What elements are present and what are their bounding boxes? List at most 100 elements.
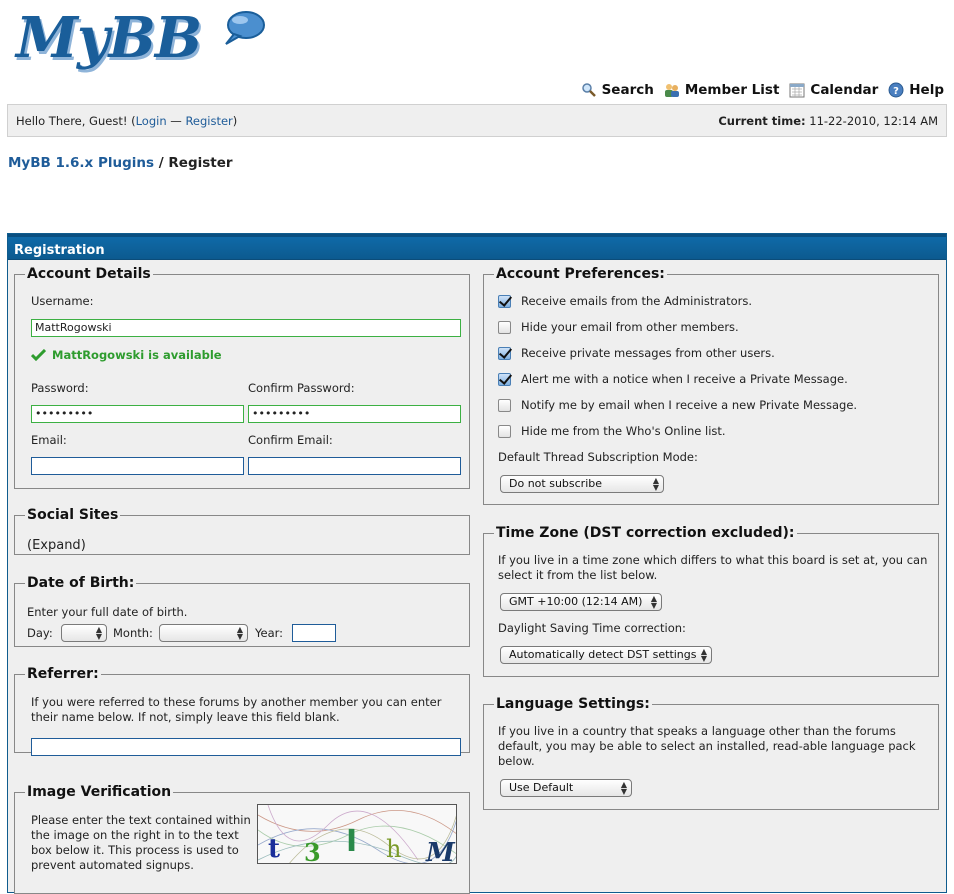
- pref-receive-pms-checkbox[interactable]: [498, 346, 511, 360]
- pref-label: Alert me with a notice when I receive a …: [521, 372, 848, 386]
- referrer-legend: Referrer:: [27, 666, 99, 682]
- timezone-text: If you live in a time zone which differs…: [498, 553, 928, 582]
- confirm-email-input[interactable]: [248, 457, 461, 475]
- search-icon: [581, 83, 596, 97]
- breadcrumb-forum-link[interactable]: MyBB 1.6.x Plugins: [8, 155, 154, 171]
- top-navigation: Search Member List Calendar ? Help: [581, 82, 944, 98]
- timezone-select[interactable]: GMT +10:00 (12:14 AM) ▲ ▼: [500, 593, 662, 611]
- help-icon: ?: [888, 82, 904, 98]
- registration-header: Registration: [8, 234, 946, 260]
- svg-text:t: t: [268, 834, 280, 864]
- month-select[interactable]: ▲ ▼: [159, 624, 248, 642]
- day-label: Day:: [27, 626, 53, 640]
- email-label: Email:: [31, 433, 67, 447]
- dst-select[interactable]: Automatically detect DST settings ▲ ▼: [500, 646, 712, 664]
- nav-calendar[interactable]: Calendar: [789, 82, 878, 98]
- nav-help-label: Help: [909, 82, 944, 98]
- pref-pm-email-notify[interactable]: Notify me by email when I receive a new …: [498, 398, 857, 412]
- nav-search-label: Search: [601, 82, 654, 98]
- language-legend: Language Settings:: [496, 696, 650, 712]
- language-value: Use Default: [509, 781, 574, 794]
- social-sites-legend: Social Sites: [27, 507, 119, 523]
- pref-pm-email-notify-checkbox[interactable]: [498, 398, 511, 412]
- checkmark-icon: [31, 349, 46, 361]
- select-arrows-icon: ▲ ▼: [95, 625, 102, 641]
- account-prefs-legend: Account Preferences:: [496, 266, 665, 282]
- pref-label: Receive private messages from other user…: [521, 346, 775, 360]
- pref-admin-emails[interactable]: Receive emails from the Administrators.: [498, 294, 752, 308]
- password-label: Password:: [31, 381, 89, 395]
- account-details-legend: Account Details: [27, 266, 151, 282]
- pref-label: Notify me by email when I receive a new …: [521, 398, 858, 412]
- timezone-legend: Time Zone (DST correction excluded):: [496, 525, 795, 541]
- year-label: Year:: [255, 626, 284, 640]
- referrer-fieldset: Referrer: If you were referred to these …: [14, 666, 470, 756]
- account-preferences-fieldset: Account Preferences: Receive emails from…: [483, 266, 939, 505]
- subscription-mode-label: Default Thread Subscription Mode:: [498, 450, 698, 464]
- svg-text:I: I: [346, 824, 357, 859]
- dob-legend: Date of Birth:: [27, 575, 135, 591]
- pref-hide-email[interactable]: Hide your email from other members.: [498, 320, 739, 334]
- svg-text:3: 3: [304, 838, 321, 864]
- confirm-password-input[interactable]: •••••••••: [248, 405, 461, 423]
- confirm-password-label: Confirm Password:: [248, 381, 355, 395]
- nav-member-list-label: Member List: [684, 82, 780, 98]
- select-arrows-icon: ▲ ▼: [652, 476, 659, 492]
- captcha-image: t 3 I h M: [257, 804, 457, 864]
- pref-receive-pms[interactable]: Receive private messages from other user…: [498, 346, 775, 360]
- mybb-logo[interactable]: MyBB: [14, 5, 265, 76]
- language-fieldset: Language Settings: If you live in a coun…: [483, 696, 939, 810]
- svg-text:?: ?: [893, 86, 899, 97]
- pref-hide-online-checkbox[interactable]: [498, 424, 511, 438]
- referrer-input[interactable]: [31, 738, 461, 756]
- breadcrumb-current: Register: [168, 155, 233, 171]
- timezone-value: GMT +10:00 (12:14 AM): [509, 595, 643, 608]
- social-expand-link[interactable]: (Expand): [27, 538, 86, 553]
- image-verification-fieldset: Image Verification Please enter the text…: [14, 784, 470, 894]
- greeting-text: Hello There, Guest! (: [16, 113, 136, 128]
- pref-pm-notice[interactable]: Alert me with a notice when I receive a …: [498, 372, 848, 386]
- breadcrumb-sep: /: [154, 155, 169, 171]
- nav-member-list[interactable]: Member List: [664, 82, 780, 98]
- referrer-text: If you were referred to these forums by …: [31, 695, 442, 724]
- subscription-mode-select[interactable]: Do not subscribe ▲ ▼: [500, 475, 664, 493]
- username-input[interactable]: MattRogowski: [31, 319, 461, 337]
- confirm-email-label: Confirm Email:: [248, 433, 333, 447]
- select-arrows-icon: ▲ ▼: [700, 647, 707, 663]
- available-text: MattRogowski is available: [52, 348, 222, 362]
- timezone-fieldset: Time Zone (DST correction excluded): If …: [483, 525, 939, 677]
- login-link[interactable]: Login: [136, 114, 167, 128]
- pref-pm-notice-checkbox[interactable]: [498, 372, 511, 386]
- select-arrows-icon: ▲ ▼: [650, 594, 657, 610]
- calendar-icon: [789, 83, 805, 98]
- current-time-label: Current time:: [718, 113, 806, 128]
- day-select[interactable]: ▲ ▼: [61, 624, 107, 642]
- username-label: Username:: [31, 294, 94, 308]
- dob-hint: Enter your full date of birth.: [27, 605, 188, 619]
- register-link[interactable]: Register: [185, 114, 232, 128]
- pref-label: Receive emails from the Administrators.: [521, 294, 753, 308]
- welcome-panel: Hello There, Guest! (Login — Register) C…: [7, 104, 947, 137]
- speech-bubble-icon: [225, 11, 265, 45]
- month-label: Month:: [113, 626, 153, 640]
- language-select[interactable]: Use Default ▲ ▼: [500, 779, 632, 797]
- pref-admin-emails-checkbox[interactable]: [498, 294, 511, 308]
- account-details-fieldset: Account Details Username: MattRogowski M…: [14, 266, 470, 489]
- pref-hide-online[interactable]: Hide me from the Who's Online list.: [498, 424, 726, 438]
- captcha-graphic: t 3 I h M: [258, 805, 456, 864]
- nav-search[interactable]: Search: [581, 82, 654, 98]
- welcome-text: Hello There, Guest! (Login — Register): [16, 114, 237, 128]
- image-verification-text: Please enter the text contained within t…: [31, 813, 251, 872]
- date-of-birth-fieldset: Date of Birth: Enter your full date of b…: [14, 575, 470, 647]
- password-input[interactable]: •••••••••: [31, 405, 244, 423]
- nav-calendar-label: Calendar: [810, 82, 879, 98]
- pref-label: Hide me from the Who's Online list.: [521, 424, 726, 438]
- year-input[interactable]: [292, 624, 336, 642]
- pref-label: Hide your email from other members.: [521, 320, 739, 334]
- nav-help[interactable]: ? Help: [888, 82, 944, 98]
- pref-hide-email-checkbox[interactable]: [498, 320, 511, 334]
- logo-text: MyBB: [16, 5, 202, 71]
- current-time: Current time: 11-22-2010, 12:14 AM: [718, 114, 938, 128]
- social-sites-fieldset: Social Sites (Expand): [14, 507, 470, 555]
- email-input[interactable]: [31, 457, 244, 475]
